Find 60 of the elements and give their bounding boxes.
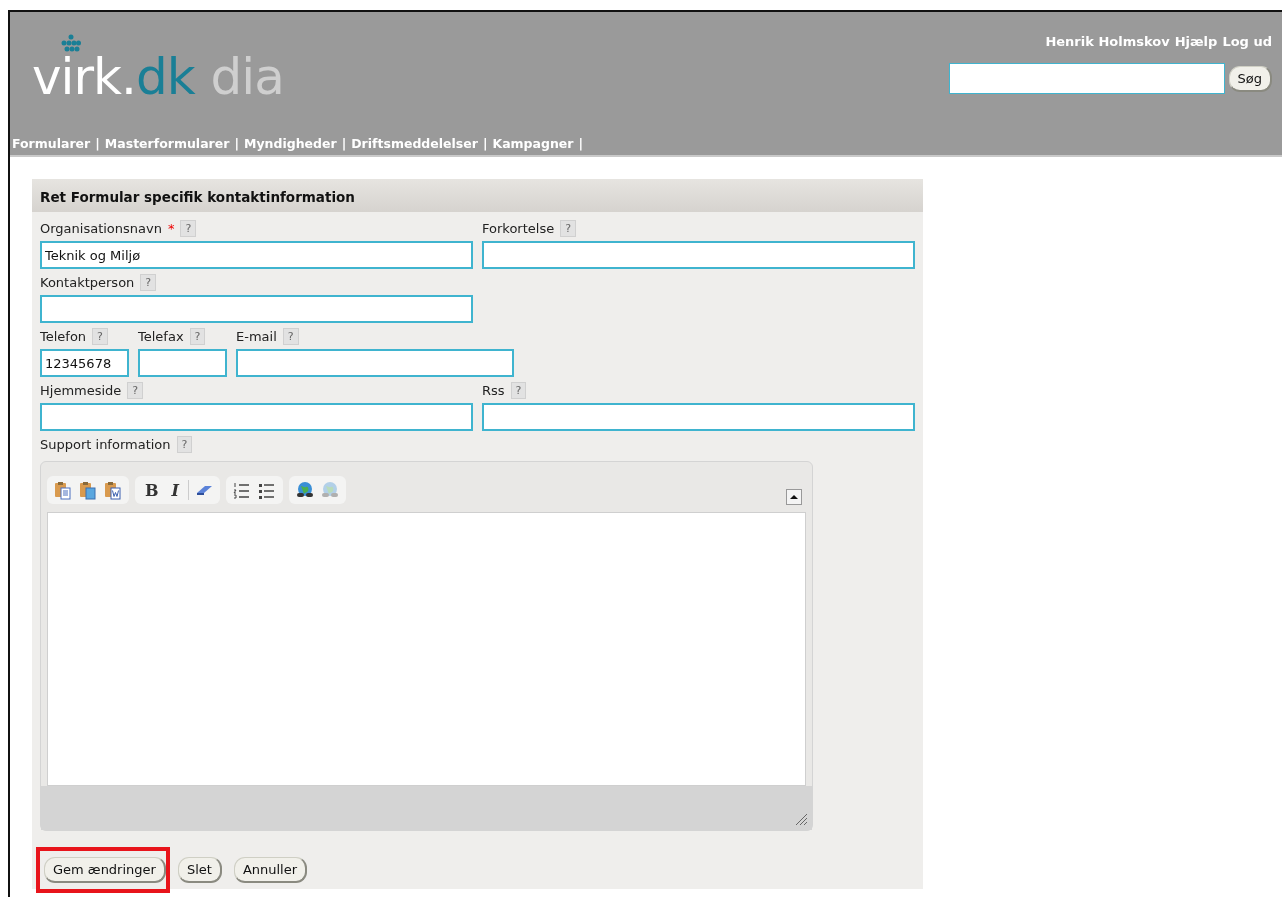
input-field[interactable] bbox=[482, 241, 915, 269]
required-mark: * bbox=[168, 221, 175, 236]
action-button[interactable]: Gem ændringer bbox=[44, 857, 166, 883]
help-icon[interactable]: ? bbox=[180, 220, 197, 237]
nav-separator: | bbox=[578, 136, 584, 151]
user-link[interactable]: Hjælp bbox=[1174, 34, 1218, 49]
italic-button[interactable]: I bbox=[167, 480, 183, 500]
input-field[interactable]: 12345678 bbox=[40, 349, 129, 377]
user-link[interactable]: Henrik Holmskov bbox=[1045, 34, 1170, 49]
nav-separator: | bbox=[95, 136, 100, 151]
field-label: Organisationsnavn bbox=[40, 221, 162, 236]
nav-link[interactable]: Driftsmeddelelser bbox=[351, 136, 478, 151]
field-label: Telefax bbox=[138, 329, 184, 344]
user-link[interactable]: Log ud bbox=[1222, 34, 1272, 49]
nav-separator: | bbox=[482, 136, 488, 151]
help-icon[interactable]: ? bbox=[510, 382, 527, 399]
help-icon[interactable]: ? bbox=[140, 274, 157, 291]
nav-link[interactable]: Kampagner bbox=[492, 136, 574, 151]
input-field[interactable] bbox=[40, 295, 473, 323]
input-field[interactable] bbox=[236, 349, 514, 377]
search-button[interactable]: Søg bbox=[1228, 65, 1272, 92]
field-label: Support information bbox=[40, 437, 171, 452]
help-icon[interactable]: ? bbox=[560, 220, 576, 237]
input-field[interactable] bbox=[40, 403, 473, 431]
logo-text: dk bbox=[135, 48, 195, 106]
action-button[interactable]: Annuller bbox=[233, 857, 308, 883]
field-label: Telefon bbox=[40, 329, 87, 344]
scroll-up-icon[interactable] bbox=[786, 489, 802, 505]
nav-separator: | bbox=[234, 136, 239, 151]
search-field[interactable] bbox=[948, 63, 1225, 94]
resize-grip-icon[interactable] bbox=[794, 812, 808, 826]
field-label: E-mail bbox=[236, 329, 277, 344]
paste-icon[interactable] bbox=[78, 480, 98, 500]
nav-link[interactable]: Formularer bbox=[12, 136, 91, 151]
bold-button[interactable]: B bbox=[141, 480, 163, 500]
help-icon[interactable]: ? bbox=[189, 328, 206, 345]
panel-title: Ret Formular specifik kontaktinformation bbox=[32, 179, 923, 212]
paste-icon[interactable] bbox=[53, 480, 73, 500]
input-field[interactable] bbox=[138, 349, 227, 377]
globe-link-icon[interactable] bbox=[295, 480, 315, 500]
numbered-list-icon[interactable] bbox=[232, 480, 252, 500]
help-icon[interactable]: ? bbox=[176, 436, 193, 453]
action-button[interactable]: Slet bbox=[177, 857, 222, 883]
paste-word-icon[interactable] bbox=[103, 480, 123, 500]
help-icon[interactable]: ? bbox=[282, 328, 299, 345]
nav-separator: | bbox=[341, 136, 347, 151]
field-label: Hjemmeside bbox=[40, 383, 122, 398]
nav-link[interactable]: Masterformularer bbox=[104, 136, 230, 151]
field-label: Rss bbox=[482, 383, 505, 398]
logo-dots-icon bbox=[60, 34, 82, 52]
help-icon[interactable]: ? bbox=[92, 328, 108, 345]
logo-dot: . bbox=[121, 48, 136, 106]
logo-text: virk bbox=[32, 48, 121, 106]
help-icon[interactable]: ? bbox=[127, 382, 144, 399]
nav-link[interactable]: Myndigheder bbox=[244, 136, 337, 151]
input-field[interactable]: Teknik og Miljø bbox=[40, 241, 473, 269]
input-field[interactable] bbox=[482, 403, 915, 431]
field-label: Forkortelse bbox=[482, 221, 555, 236]
field-label: Kontaktperson bbox=[40, 275, 135, 290]
rich-text-editor[interactable]: B I bbox=[40, 461, 813, 831]
